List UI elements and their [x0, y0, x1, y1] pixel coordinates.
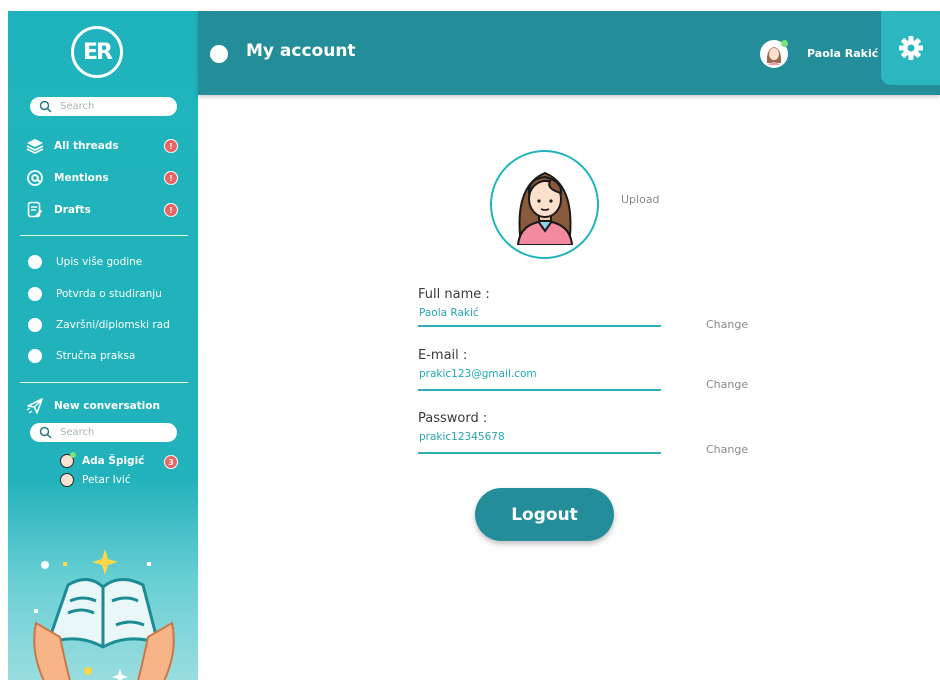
profile-picture[interactable]: [490, 150, 599, 259]
avatar: [60, 473, 74, 487]
app-logo[interactable]: ER: [71, 26, 123, 78]
contact-name: Petar Ivić: [82, 474, 131, 486]
menu-dot-icon[interactable]: [210, 45, 228, 63]
at-icon: [26, 169, 44, 187]
email-label: E-mail :: [418, 348, 468, 363]
avatar: [60, 452, 76, 468]
sidebar-divider: [20, 382, 188, 383]
sidebar-search-input[interactable]: Search: [30, 97, 177, 116]
contacts-search-input[interactable]: Search: [30, 423, 177, 442]
full-name-underline: [418, 325, 661, 327]
thread-label: Završni/diplomski rad: [56, 319, 170, 331]
search-icon: [39, 426, 52, 439]
upload-button[interactable]: Upload: [621, 193, 660, 206]
search-placeholder: Search: [60, 427, 95, 438]
change-email-button[interactable]: Change: [706, 378, 748, 391]
thread-item[interactable]: Potvrda o studiranju: [8, 283, 198, 305]
contact-item[interactable]: Ada Špigić: [60, 452, 144, 470]
search-icon: [39, 100, 52, 113]
thread-dot-icon: [28, 287, 42, 301]
user-name: Paola Rakić: [807, 47, 879, 60]
sidebar-item-all-threads[interactable]: All threads !: [8, 135, 198, 157]
thread-item[interactable]: Završni/diplomski rad: [8, 314, 198, 336]
sidebar-item-label: Mentions: [54, 172, 109, 184]
thread-item[interactable]: Stručna praksa: [8, 345, 198, 367]
thread-dot-icon: [28, 318, 42, 332]
new-conversation-button[interactable]: New conversation: [8, 395, 198, 417]
password-field[interactable]: prakic12345678: [419, 431, 505, 443]
layers-icon: [26, 137, 44, 155]
sidebar-item-mentions[interactable]: Mentions !: [8, 167, 198, 189]
online-indicator: [781, 40, 788, 47]
thread-label: Stručna praksa: [56, 350, 136, 362]
settings-button[interactable]: [881, 11, 940, 85]
notification-badge: 3: [164, 455, 178, 469]
sidebar-item-label: Drafts: [54, 204, 91, 216]
logo-text: ER: [83, 39, 113, 65]
user-avatar[interactable]: [760, 40, 788, 68]
thread-label: Upis više godine: [56, 256, 143, 268]
full-name-label: Full name :: [418, 287, 490, 302]
book-illustration: [33, 549, 175, 680]
change-full-name-button[interactable]: Change: [706, 318, 748, 331]
change-password-button[interactable]: Change: [706, 443, 748, 456]
thread-label: Potvrda o studiranju: [56, 288, 162, 300]
sidebar-divider: [20, 235, 188, 236]
online-indicator: [70, 452, 76, 458]
sidebar-item-label: All threads: [54, 140, 119, 152]
contact-item[interactable]: Petar Ivić: [60, 471, 131, 489]
female-user-icon: [516, 171, 573, 245]
thread-dot-icon: [28, 349, 42, 363]
contact-name: Ada Špigić: [82, 455, 145, 467]
thread-dot-icon: [28, 255, 42, 269]
notification-badge: !: [164, 139, 178, 153]
full-name-field[interactable]: Paola Rakić: [419, 307, 479, 319]
send-icon: [26, 397, 44, 415]
logout-button[interactable]: Logout: [475, 488, 614, 541]
gear-icon: [898, 36, 923, 60]
notification-badge: !: [164, 203, 178, 217]
password-underline: [418, 452, 661, 454]
email-field[interactable]: prakic123@gmail.com: [419, 368, 537, 380]
new-conversation-label: New conversation: [54, 400, 160, 412]
thread-item[interactable]: Upis više godine: [8, 251, 198, 273]
password-label: Password :: [418, 411, 488, 426]
sidebar: ER Search All threads ! Mentions ! Draft…: [8, 11, 198, 680]
page-title: My account: [246, 41, 356, 61]
email-underline: [418, 389, 661, 391]
notification-badge: !: [164, 171, 178, 185]
search-placeholder: Search: [60, 101, 95, 112]
top-bar: My account Paola Rakić: [198, 11, 940, 95]
draft-icon: [26, 201, 44, 219]
sidebar-item-drafts[interactable]: Drafts !: [8, 199, 198, 221]
